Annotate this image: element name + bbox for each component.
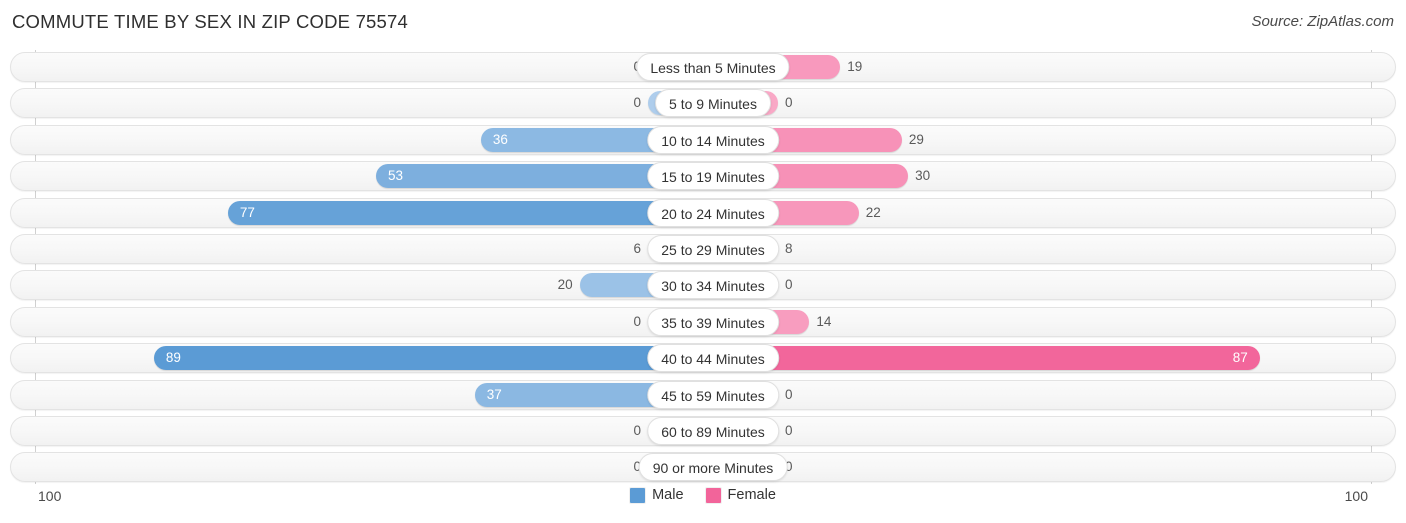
table-row[interactable]: 0 14 35 to 39 Minutes: [10, 306, 1396, 337]
category-label-pill[interactable]: 20 to 24 Minutes: [647, 198, 779, 227]
table-row[interactable]: 0 0 60 to 89 Minutes: [10, 416, 1396, 446]
chart-footer: 100 100 Male Female: [0, 484, 1406, 523]
table-row[interactable]: 0 0 90 or more Minutes: [10, 452, 1396, 483]
value-label-male: 0: [633, 313, 641, 329]
value-label-male: 0: [633, 423, 641, 438]
value-label-female: 22: [865, 204, 881, 220]
chart-legend: Male Female: [0, 487, 1406, 503]
value-label-female: 30: [915, 168, 931, 184]
value-label-female: 19: [847, 59, 863, 74]
table-row[interactable]: 20 0 30 to 34 Minutes: [10, 270, 1396, 301]
bar-male[interactable]: [153, 346, 703, 371]
legend-label: Female: [727, 487, 776, 503]
table-row[interactable]: 37 0 45 to 59 Minutes: [10, 379, 1396, 410]
value-label-male: 37: [486, 386, 502, 402]
category-label-pill[interactable]: 60 to 89 Minutes: [647, 417, 779, 445]
chart-header: COMMUTE TIME BY SEX IN ZIP CODE 75574 So…: [0, 0, 1406, 46]
legend-item-male[interactable]: Male: [630, 487, 684, 503]
table-row[interactable]: 53 30 15 to 19 Minutes: [10, 161, 1396, 192]
legend-swatch-icon: [630, 487, 646, 503]
value-label-female: 0: [785, 423, 793, 438]
value-label-male: 6: [633, 241, 641, 256]
legend-label: Male: [652, 487, 684, 503]
table-row[interactable]: 89 87 40 to 44 Minutes: [10, 343, 1396, 374]
category-label-pill[interactable]: 5 to 9 Minutes: [655, 89, 771, 118]
chart-plot-area: 019Less than 5 Minutes005 to 9 Minutes36…: [0, 50, 1406, 484]
category-label-pill[interactable]: 35 to 39 Minutes: [647, 307, 779, 336]
value-label-female: 0: [785, 277, 793, 293]
bar-female[interactable]: [723, 346, 1260, 371]
category-label-pill[interactable]: 10 to 14 Minutes: [647, 125, 779, 154]
page-title: COMMUTE TIME BY SEX IN ZIP CODE 75574: [12, 11, 409, 32]
value-label-female: 14: [816, 313, 832, 329]
category-label-pill[interactable]: Less than 5 Minutes: [636, 53, 790, 81]
value-label-male: 53: [387, 168, 404, 184]
value-label-male: 0: [586, 58, 641, 76]
category-label-pill[interactable]: 40 to 44 Minutes: [647, 344, 779, 373]
value-label-female: 0: [785, 95, 793, 111]
value-label-female: 0: [785, 386, 793, 402]
value-label-male: 20: [557, 277, 573, 293]
value-label-male: 0: [633, 459, 641, 475]
source-attribution: Source: ZipAtlas.com: [1251, 13, 1394, 30]
table-row[interactable]: 77 22 20 to 24 Minutes: [10, 197, 1396, 228]
category-label-pill[interactable]: 25 to 29 Minutes: [647, 235, 779, 263]
bar-male[interactable]: [227, 200, 703, 225]
category-label-pill[interactable]: 30 to 34 Minutes: [647, 271, 779, 300]
table-row[interactable]: 6 8 25 to 29 Minutes: [10, 234, 1396, 264]
value-label-male: 36: [492, 131, 508, 147]
table-row[interactable]: 0 0 5 to 9 Minutes: [10, 88, 1396, 119]
category-label-pill[interactable]: 15 to 19 Minutes: [647, 162, 779, 191]
value-label-female: 29: [908, 131, 924, 147]
category-label-pill[interactable]: 90 or more Minutes: [638, 453, 788, 482]
value-label-male: 0: [633, 95, 641, 111]
value-label-female: 8: [785, 241, 793, 256]
value-label-female: 87: [1232, 350, 1248, 366]
value-label-male: 77: [239, 204, 255, 220]
legend-swatch-icon: [705, 487, 721, 503]
legend-item-female[interactable]: Female: [705, 487, 776, 503]
value-label-male: 89: [165, 350, 181, 366]
table-row[interactable]: 0 19 Less than 5 Minutes: [10, 52, 1396, 82]
category-label-pill[interactable]: 45 to 59 Minutes: [647, 380, 779, 409]
table-row[interactable]: 36 29 10 to 14 Minutes: [10, 124, 1396, 155]
